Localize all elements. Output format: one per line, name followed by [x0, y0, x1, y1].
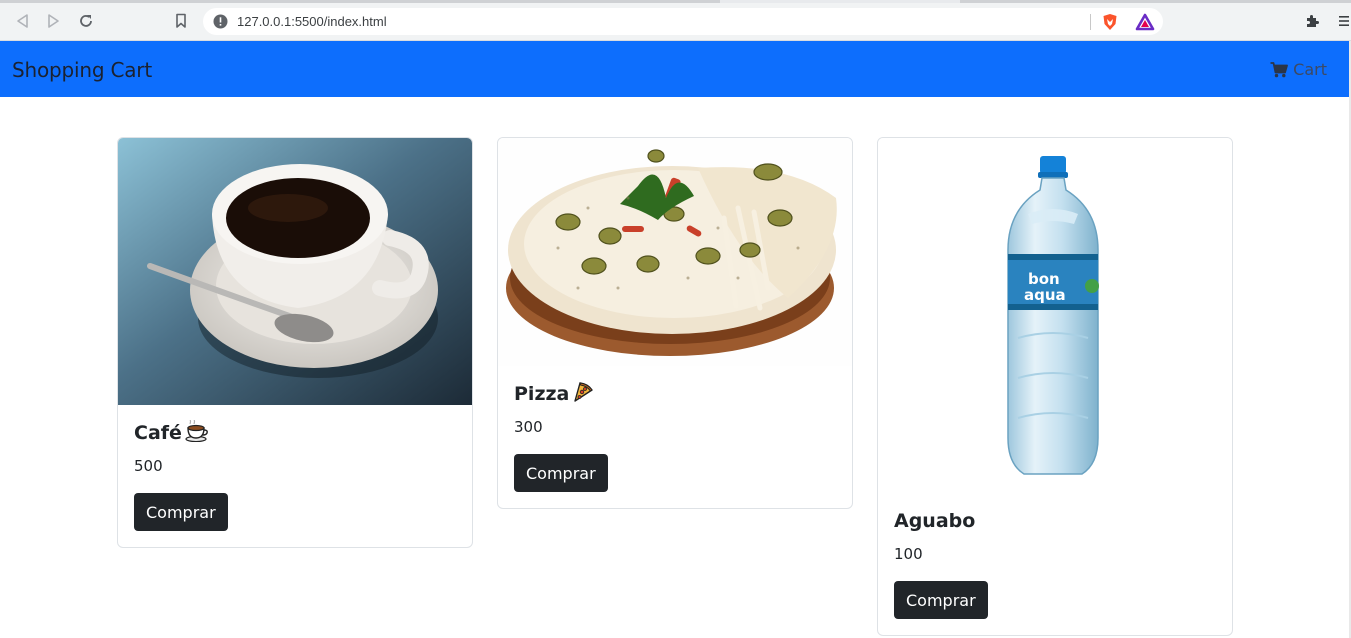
cart-link[interactable]: Cart — [1270, 60, 1327, 79]
brave-rewards-icon[interactable] — [1135, 13, 1155, 36]
app-navbar: Shopping Cart Cart — [0, 41, 1349, 97]
bookmark-icon[interactable] — [171, 11, 191, 31]
site-info-icon[interactable] — [213, 14, 228, 34]
coffee-cup-icon — [185, 419, 209, 447]
forward-icon[interactable] — [44, 11, 64, 31]
extensions-icon[interactable] — [1302, 11, 1322, 31]
svg-text:aqua: aqua — [1024, 286, 1066, 304]
coffee-cup-photo — [118, 138, 472, 405]
url-text[interactable]: 127.0.0.1:5500/index.html — [237, 14, 387, 29]
tab-strip — [0, 0, 1351, 3]
navbar-brand[interactable]: Shopping Cart — [12, 58, 152, 82]
product-card-cafe: Café 500 Comprar — [117, 137, 473, 548]
pizza-photo — [498, 138, 852, 366]
address-bar[interactable]: 127.0.0.1:5500/index.html — [203, 8, 1163, 35]
tab-background — [960, 0, 1351, 3]
product-name: Pizza — [514, 383, 570, 405]
product-name: Aguabo — [894, 510, 976, 532]
shopping-cart-icon — [1270, 61, 1289, 77]
address-bar-divider — [1090, 14, 1091, 30]
back-icon[interactable] — [12, 11, 32, 31]
menu-icon[interactable] — [1334, 11, 1351, 31]
comprar-button[interactable]: Comprar — [514, 454, 608, 492]
product-card-pizza: Pizza 300 Comprar — [497, 137, 853, 509]
browser-toolbar: 127.0.0.1:5500/index.html — [0, 0, 1351, 41]
product-price: 300 — [514, 418, 543, 436]
pizza-slice-icon — [572, 381, 594, 408]
product-name: Café — [134, 422, 182, 444]
cart-label: Cart — [1293, 60, 1327, 79]
water-bottle-photo: bon aqua — [878, 138, 1232, 493]
tab-background — [0, 0, 720, 3]
product-card-aguabo: bon aqua Aguabo 100 Comprar — [877, 137, 1233, 636]
comprar-button[interactable]: Comprar — [894, 581, 988, 619]
reload-icon[interactable] — [76, 11, 96, 31]
comprar-button[interactable]: Comprar — [134, 493, 228, 531]
product-price: 100 — [894, 545, 923, 563]
product-price: 500 — [134, 457, 163, 475]
brave-shield-icon[interactable] — [1101, 13, 1119, 36]
